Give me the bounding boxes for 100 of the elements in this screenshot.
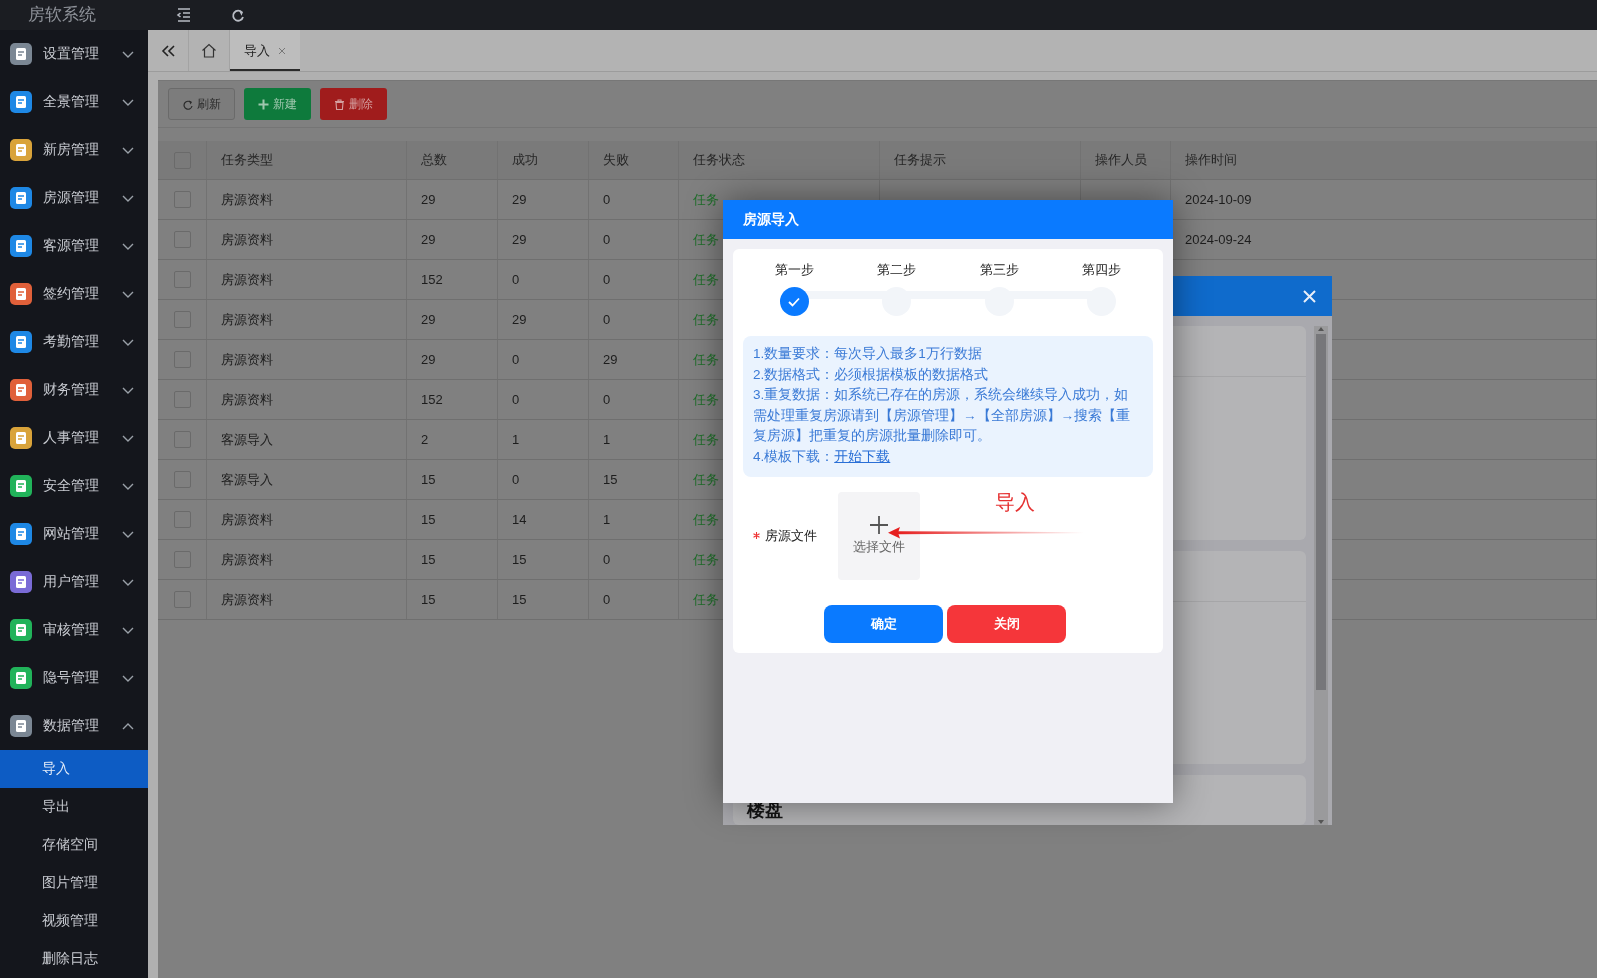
sidebar-item[interactable]: 网站管理: [0, 510, 148, 558]
table-cell: 152: [407, 380, 498, 419]
tab[interactable]: 导入: [230, 30, 300, 71]
document-icon: [10, 619, 32, 641]
sidebar-item[interactable]: 签约管理: [0, 270, 148, 318]
table-cell: 0: [589, 580, 679, 619]
document-icon: [10, 379, 32, 401]
sidebar-item[interactable]: 新房管理: [0, 126, 148, 174]
sidebar-subitem[interactable]: 导出: [0, 788, 148, 826]
annotation-text: 导入: [995, 489, 1035, 515]
collapse-icon[interactable]: [160, 44, 176, 57]
plus-icon: [258, 98, 269, 110]
plus-icon: [870, 515, 888, 534]
delete-button[interactable]: 删除: [320, 88, 387, 120]
trash-icon: [334, 98, 345, 110]
table-cell: 29: [498, 300, 589, 339]
confirm-button[interactable]: 确定: [824, 604, 943, 643]
sidebar-item[interactable]: 考勤管理: [0, 318, 148, 366]
sidebar-item[interactable]: 安全管理: [0, 462, 148, 510]
table-cell: 房源资料: [207, 340, 407, 379]
table-cell: 15: [407, 540, 498, 579]
table-cell: 15: [407, 580, 498, 619]
table-cell: 2: [407, 420, 498, 459]
menu-icon[interactable]: [176, 7, 192, 23]
step-label: 第三步: [979, 261, 1019, 279]
column-header: 操作时间: [1171, 141, 1597, 179]
column-header: 任务类型: [207, 141, 407, 179]
sidebar-subitem[interactable]: 视频管理: [0, 902, 148, 940]
document-icon: [10, 475, 32, 497]
table-cell: 15: [589, 460, 679, 499]
scrollbar[interactable]: [1314, 326, 1328, 825]
table-cell: 房源资料: [207, 500, 407, 539]
table-cell: 15: [498, 580, 589, 619]
sidebar-subitem[interactable]: 删除日志: [0, 940, 148, 978]
table-cell: 房源资料: [207, 220, 407, 259]
table-cell: 0: [589, 300, 679, 339]
sidebar-subitem[interactable]: 图片管理: [0, 864, 148, 902]
table-cell: 0: [589, 380, 679, 419]
table-cell: 客源导入: [207, 460, 407, 499]
table-cell: 0: [589, 220, 679, 259]
step-label: 第四步: [1082, 261, 1122, 279]
refresh-button[interactable]: 刷新: [168, 88, 235, 120]
table-cell: 0: [589, 540, 679, 579]
document-icon: [10, 427, 32, 449]
step-label: 第二步: [877, 261, 917, 279]
column-header: 任务提示: [880, 141, 1081, 179]
table-cell: 房源资料: [207, 260, 407, 299]
check-icon: [788, 296, 801, 307]
column-header: 操作人员: [1081, 141, 1171, 179]
table-cell: 152: [407, 260, 498, 299]
table-cell: 29: [589, 340, 679, 379]
document-icon: [10, 187, 32, 209]
column-header: 总数: [407, 141, 498, 179]
table-cell: 29: [407, 220, 498, 259]
document-icon: [10, 523, 32, 545]
sidebar-item[interactable]: 数据管理: [0, 702, 148, 750]
table-cell: 29: [407, 300, 498, 339]
table-cell: 房源资料: [207, 540, 407, 579]
table-cell: 0: [589, 180, 679, 219]
table-cell: 0: [498, 340, 589, 379]
document-icon: [10, 283, 32, 305]
table-cell: 1: [589, 420, 679, 459]
sidebar-subitem[interactable]: 存储空间: [0, 826, 148, 864]
sidebar-item[interactable]: 人事管理: [0, 414, 148, 462]
document-icon: [10, 331, 32, 353]
upload-button[interactable]: 选择文件: [838, 491, 920, 580]
table-cell: 15: [498, 540, 589, 579]
sidebar-item[interactable]: 客源管理: [0, 222, 148, 270]
document-icon: [10, 715, 32, 737]
sidebar-item[interactable]: 隐号管理: [0, 654, 148, 702]
table-cell: 29: [407, 340, 498, 379]
sidebar-item[interactable]: 设置管理: [0, 30, 148, 78]
sidebar-item[interactable]: 财务管理: [0, 366, 148, 414]
refresh-icon[interactable]: [230, 7, 245, 23]
sidebar-item[interactable]: 用户管理: [0, 558, 148, 606]
column-header: 成功: [498, 141, 589, 179]
table-cell: 0: [498, 260, 589, 299]
column-header: 任务状态: [679, 141, 880, 179]
table-cell: 15: [407, 460, 498, 499]
table-cell: 房源资料: [207, 580, 407, 619]
table-cell: 14: [498, 500, 589, 539]
sidebar-subitem[interactable]: 导入: [0, 750, 148, 788]
scroll-up-icon: [1317, 326, 1325, 332]
close-button[interactable]: 关闭: [947, 604, 1066, 643]
column-header: 失败: [589, 141, 679, 179]
sidebar-item[interactable]: 审核管理: [0, 606, 148, 654]
document-icon: [10, 139, 32, 161]
close-icon[interactable]: [1303, 289, 1316, 303]
sidebar-item[interactable]: 房源管理: [0, 174, 148, 222]
table-cell: 1: [498, 420, 589, 459]
sidebar-item[interactable]: 全景管理: [0, 78, 148, 126]
document-icon: [10, 235, 32, 257]
dialog-title: 房源导入: [723, 200, 1173, 239]
table-cell: 29: [498, 220, 589, 259]
home-icon[interactable]: [201, 43, 217, 58]
table-cell: 房源资料: [207, 180, 407, 219]
document-icon: [10, 667, 32, 689]
table-cell: 15: [407, 500, 498, 539]
document-icon: [10, 571, 32, 593]
table-cell: 0: [589, 260, 679, 299]
